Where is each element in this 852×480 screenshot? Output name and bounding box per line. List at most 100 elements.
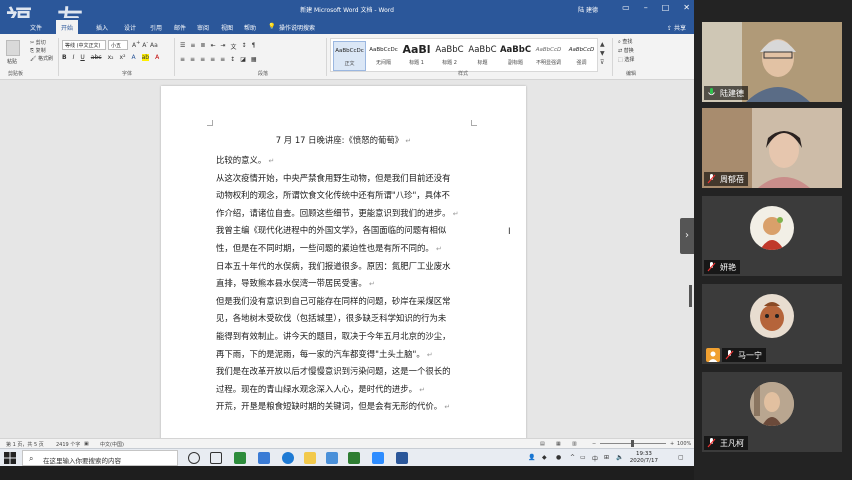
- distributed-icon[interactable]: ≡: [220, 56, 225, 63]
- justify-icon[interactable]: ≡: [210, 56, 215, 63]
- style-title[interactable]: AaBbC 标题: [466, 41, 499, 71]
- language-status[interactable]: 中文(中国): [100, 441, 124, 448]
- text-effects-icon[interactable]: A: [132, 54, 136, 61]
- document-line[interactable]: 我们是在改革开放以后才慢慢意识到污染问题，这是一个很长的: [216, 363, 486, 381]
- tab-mailings[interactable]: 邮件: [174, 23, 186, 32]
- document-line[interactable]: 日本五十年代的水俣病，我们报道很多。原因：氮肥厂工业废水: [216, 258, 486, 276]
- system-clock[interactable]: 19:33 2020/7/17: [630, 451, 658, 465]
- app-icon[interactable]: [258, 452, 270, 464]
- document-line[interactable]: 开荒，开垦是粮食短缺时期的关键词，但是会有无形的代价。 ↵: [216, 398, 486, 417]
- close-icon[interactable]: ✕: [683, 3, 690, 12]
- notification-icon[interactable]: ▢: [678, 454, 684, 461]
- windows-start-icon[interactable]: [4, 452, 16, 464]
- maximize-icon[interactable]: □: [662, 3, 670, 12]
- account-name[interactable]: 陆 建德: [578, 5, 598, 14]
- tab-home[interactable]: 开始: [56, 20, 79, 34]
- document-line[interactable]: 再下雨，下的是泥雨，每一家的汽车都变得"土头土脑"。 ↵: [216, 346, 486, 365]
- increase-indent-icon[interactable]: ⇥: [220, 42, 225, 51]
- taskbar-search-input[interactable]: ⌕ 在这里输入你要搜索的内容: [22, 450, 178, 466]
- file-explorer-icon[interactable]: [304, 452, 316, 464]
- input-mode-icon[interactable]: ⊞: [604, 454, 609, 461]
- zoom-in-icon[interactable]: +: [670, 441, 674, 447]
- multilevel-list-icon[interactable]: ≣: [200, 42, 205, 51]
- ime-indicator[interactable]: 中: [592, 454, 598, 463]
- cut-button[interactable]: ✂ 剪切: [30, 39, 53, 47]
- copy-button[interactable]: ⎘ 复制: [30, 47, 53, 55]
- align-center-icon[interactable]: ≡: [190, 56, 195, 63]
- tab-file[interactable]: 文件: [30, 23, 42, 32]
- ribbon-display-icon[interactable]: ▭: [622, 3, 630, 12]
- participant-tile[interactable]: 陆建德: [702, 22, 842, 102]
- app-icon-green[interactable]: [348, 452, 360, 464]
- pilcrow-icon[interactable]: ¶: [252, 42, 256, 51]
- underline-icon[interactable]: U: [80, 54, 84, 61]
- chinese-layout-icon[interactable]: 文: [231, 42, 237, 51]
- subscript-icon[interactable]: x₂: [108, 54, 114, 61]
- style-normal[interactable]: AaBbCcDc 正文: [333, 41, 366, 71]
- chevron-right-icon[interactable]: ›: [680, 218, 694, 254]
- document-line[interactable]: 但是我们没有意识到自己可能存在同样的问题，砂岸在采煤区常: [216, 293, 486, 311]
- tray-app-icon[interactable]: ●: [556, 454, 561, 461]
- document-line[interactable]: 性，但是在不同时期，一些问题的紧迫性也是有所不同的。 ↵: [216, 240, 486, 259]
- document-area[interactable]: 7 月 17 日晚讲座:《愤怒的葡萄》 ↵ 比较的意义。 ↵ 从这次疫情开始，中央…: [0, 80, 694, 446]
- document-line[interactable]: 比较的意义。 ↵: [216, 152, 486, 171]
- store-icon[interactable]: [326, 452, 338, 464]
- highlight-icon[interactable]: ab: [141, 54, 150, 61]
- replace-button[interactable]: ⇄ 替换: [618, 47, 634, 56]
- style-emphasis[interactable]: AaBbCcD 强调: [565, 41, 598, 71]
- document-line[interactable]: 见，各地树木受砍伐（包括城里），很多缺乏科学知识的行为未: [216, 310, 486, 328]
- document-line[interactable]: 作介绍，请诸位自查。回顾这些细节，更能意识到我们的进步。 ↵: [216, 205, 486, 224]
- volume-icon[interactable]: 🔈: [616, 454, 623, 461]
- format-painter-button[interactable]: 🖌 格式刷: [30, 55, 53, 63]
- document-page[interactable]: 7 月 17 日晚讲座:《愤怒的葡萄》 ↵ 比较的意义。 ↵ 从这次疫情开始，中央…: [161, 86, 526, 446]
- word-count[interactable]: 2419 个字: [56, 441, 80, 448]
- document-line[interactable]: 能得到有效制止。讲今天的题目，取决于今年五月北京的沙尘，: [216, 328, 486, 346]
- wechat-icon[interactable]: [234, 452, 246, 464]
- bullets-icon[interactable]: ☰: [180, 42, 185, 51]
- tell-me-search[interactable]: 操作说明搜索: [279, 23, 315, 32]
- focus-mode-icon[interactable]: ▤: [540, 441, 545, 447]
- cortana-icon[interactable]: [188, 452, 200, 464]
- meeting-app-icon[interactable]: [372, 452, 384, 464]
- document-line[interactable]: 直排，导致熊本县水俣湾一带居民受害。 ↵: [216, 275, 486, 294]
- paste-button[interactable]: 粘贴: [7, 58, 17, 65]
- document-line[interactable]: 从这次疫情开始，中央严禁食用野生动物，但是我们目前还没有: [216, 170, 486, 188]
- style-subtle-emphasis[interactable]: AaBbCcD 不明显强调: [532, 41, 565, 71]
- styles-scroll-icon[interactable]: ▲ ▼ ⊽: [600, 40, 605, 67]
- word-taskbar-icon[interactable]: [396, 452, 408, 464]
- minimize-icon[interactable]: –: [644, 3, 648, 12]
- document-heading[interactable]: 7 月 17 日晚讲座:《愤怒的葡萄》 ↵: [161, 134, 526, 146]
- borders-icon[interactable]: ▦: [251, 56, 257, 63]
- select-button[interactable]: ⬚ 选择: [618, 56, 634, 65]
- web-layout-icon[interactable]: ▥: [572, 441, 577, 447]
- bold-icon[interactable]: B: [62, 54, 67, 61]
- paste-icon[interactable]: [6, 40, 20, 56]
- tab-view[interactable]: 视图: [221, 23, 233, 32]
- tray-app-icon[interactable]: ◆: [542, 454, 547, 461]
- style-heading-2[interactable]: AaBbC 标题 2: [433, 41, 466, 71]
- tab-design[interactable]: 设计: [124, 23, 136, 32]
- font-name-select[interactable]: 等线 (中文正文): [62, 40, 106, 50]
- superscript-icon[interactable]: x²: [120, 54, 126, 61]
- network-icon[interactable]: ▭: [580, 454, 586, 461]
- find-button[interactable]: ⌕ 查找: [618, 38, 634, 47]
- align-left-icon[interactable]: ≡: [180, 56, 185, 63]
- italic-icon[interactable]: I: [73, 54, 75, 61]
- tab-help[interactable]: 帮助: [244, 23, 256, 32]
- document-line[interactable]: 过程。现在的青山绿水观念深入人心，是时代的进步。 ↵: [216, 381, 486, 400]
- align-right-icon[interactable]: ≡: [200, 56, 205, 63]
- style-subtitle[interactable]: AaBbC 副标题: [499, 41, 532, 71]
- tab-insert[interactable]: 插入: [96, 23, 108, 32]
- tab-references[interactable]: 引用: [150, 23, 162, 32]
- document-line[interactable]: 我曾主编《现代化进程中的外国文学》，各国面临的问题有相似: [216, 222, 486, 240]
- strikethrough-icon[interactable]: abc: [91, 54, 102, 61]
- tray-chevron-icon[interactable]: ^: [570, 454, 575, 461]
- document-line[interactable]: 动物权利的观念，所谓饮食文化传统中还有所谓"八珍"，具体不: [216, 187, 486, 205]
- font-color-icon[interactable]: A: [155, 54, 159, 61]
- grow-font-icon[interactable]: A+ A- Aa: [132, 40, 158, 49]
- line-spacing-icon[interactable]: ↕: [230, 56, 235, 63]
- task-view-icon[interactable]: [210, 452, 222, 464]
- participant-tile[interactable]: 马一宁: [702, 284, 842, 364]
- participant-tile[interactable]: 妍艳: [702, 196, 842, 276]
- sort-icon[interactable]: ↕: [242, 42, 247, 51]
